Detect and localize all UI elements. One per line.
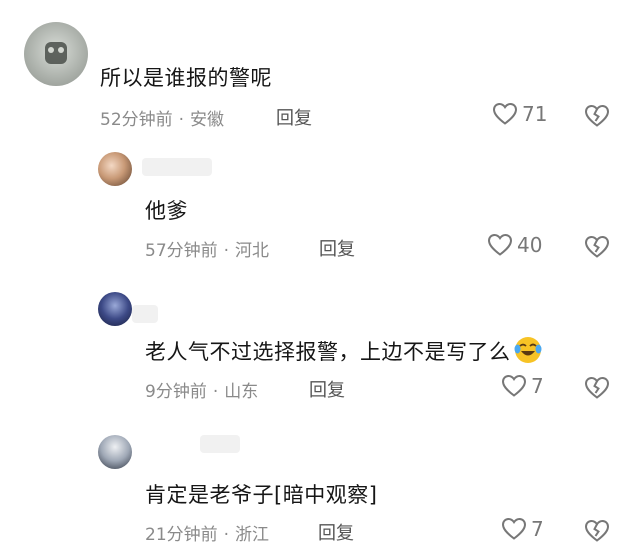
heart-outline-icon xyxy=(501,517,527,541)
reply-item: 老人气不过选择报警，上边不是写了么 9分钟前 · 山东 回复 7 xyxy=(0,275,640,415)
like-button[interactable]: 40 xyxy=(487,233,542,257)
comment-time: 52分钟前 xyxy=(100,110,173,130)
like-count: 40 xyxy=(517,233,543,257)
nickname-placeholder xyxy=(132,305,158,323)
comment-location: 浙江 xyxy=(235,525,270,545)
comment-text: 他爹 xyxy=(145,199,188,223)
dislike-button[interactable] xyxy=(584,235,610,259)
like-button[interactable]: 7 xyxy=(501,517,544,541)
comment-meta: 21分钟前 · 浙江 xyxy=(145,520,269,545)
broken-heart-icon xyxy=(584,376,610,400)
broken-heart-icon xyxy=(584,104,610,128)
dislike-button[interactable] xyxy=(584,104,610,128)
comment-text: 老人气不过选择报警，上边不是写了么 xyxy=(145,335,543,366)
reply-button[interactable]: 回复 xyxy=(319,235,355,261)
reply-item: 肯定是老爷子[暗中观察] 21分钟前 · 浙江 回复 7 xyxy=(0,415,640,560)
comment-location: 山东 xyxy=(224,382,259,402)
comment-text: 所以是谁报的警呢 xyxy=(100,66,272,90)
laughing-crying-emoji-icon xyxy=(513,335,543,365)
comment-location: 河北 xyxy=(235,241,270,261)
heart-outline-icon xyxy=(487,233,513,257)
reply-button[interactable]: 回复 xyxy=(276,104,312,130)
like-count: 7 xyxy=(531,517,544,541)
comment-meta: 9分钟前 · 山东 xyxy=(145,377,258,402)
like-count: 71 xyxy=(522,102,548,126)
heart-outline-icon xyxy=(492,102,518,126)
comment-time: 57分钟前 xyxy=(145,241,218,261)
dislike-button[interactable] xyxy=(584,519,610,543)
like-button[interactable]: 71 xyxy=(492,102,547,126)
avatar[interactable] xyxy=(24,22,88,86)
reply-button[interactable]: 回复 xyxy=(309,376,345,402)
avatar[interactable] xyxy=(98,292,132,326)
like-button[interactable]: 7 xyxy=(501,374,544,398)
reply-button[interactable]: 回复 xyxy=(318,519,354,545)
meta-separator: · xyxy=(212,382,219,402)
comment-text: 肯定是老爷子[暗中观察] xyxy=(145,483,378,507)
nickname-placeholder xyxy=(200,435,240,453)
heart-outline-icon xyxy=(501,374,527,398)
comment-meta: 57分钟前 · 河北 xyxy=(145,236,269,261)
reply-item: 他爹 57分钟前 · 河北 回复 40 xyxy=(0,140,640,275)
meta-separator: · xyxy=(223,525,230,545)
meta-separator: · xyxy=(223,241,230,261)
avatar[interactable] xyxy=(98,152,132,186)
comment-meta: 52分钟前 · 安徽 xyxy=(100,105,224,130)
nickname-placeholder xyxy=(142,158,212,176)
broken-heart-icon xyxy=(584,519,610,543)
broken-heart-icon xyxy=(584,235,610,259)
comment-item: 所以是谁报的警呢 52分钟前 · 安徽 回复 71 xyxy=(0,0,640,140)
comment-time: 9分钟前 xyxy=(145,382,207,402)
comment-location: 安徽 xyxy=(190,110,225,130)
dislike-button[interactable] xyxy=(584,376,610,400)
like-count: 7 xyxy=(531,374,544,398)
comment-text-body: 老人气不过选择报警，上边不是写了么 xyxy=(145,340,511,364)
meta-separator: · xyxy=(178,110,185,130)
avatar[interactable] xyxy=(98,435,132,469)
comment-time: 21分钟前 xyxy=(145,525,218,545)
